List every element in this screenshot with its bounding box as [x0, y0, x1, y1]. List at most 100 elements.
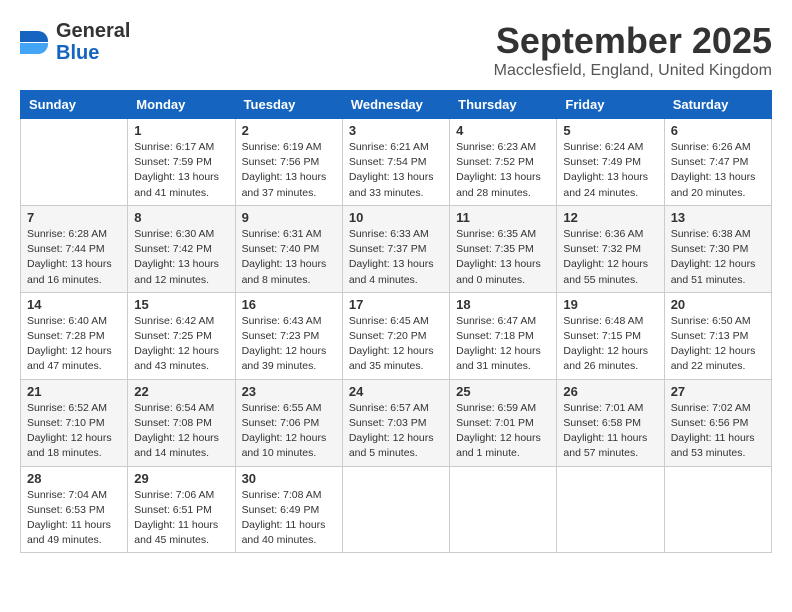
calendar-cell: 27 Sunrise: 7:02 AM Sunset: 6:56 PM Dayli…	[664, 379, 771, 466]
day-number: 16	[242, 297, 336, 312]
calendar-week-row: 14 Sunrise: 6:40 AM Sunset: 7:28 PM Dayli…	[21, 292, 772, 379]
calendar-header-row: SundayMondayTuesdayWednesdayThursdayFrid…	[21, 91, 772, 119]
day-number: 6	[671, 123, 765, 138]
calendar-cell: 22 Sunrise: 6:54 AM Sunset: 7:08 PM Dayli…	[128, 379, 235, 466]
calendar-cell: 21 Sunrise: 6:52 AM Sunset: 7:10 PM Dayli…	[21, 379, 128, 466]
day-info: Sunrise: 7:02 AM Sunset: 6:56 PM Dayligh…	[671, 401, 765, 462]
day-number: 11	[456, 210, 550, 225]
day-info: Sunrise: 6:23 AM Sunset: 7:52 PM Dayligh…	[456, 140, 550, 201]
day-info: Sunrise: 6:59 AM Sunset: 7:01 PM Dayligh…	[456, 401, 550, 462]
location-subtitle: Macclesfield, England, United Kingdom	[494, 62, 772, 80]
weekday-header-sunday: Sunday	[21, 91, 128, 119]
calendar-cell: 24 Sunrise: 6:57 AM Sunset: 7:03 PM Dayli…	[342, 379, 449, 466]
day-number: 23	[242, 384, 336, 399]
calendar-week-row: 28Sunrise: 7:04 AM Sunset: 6:53 PM Dayli…	[21, 466, 772, 553]
day-info: Sunrise: 6:43 AM Sunset: 7:23 PM Dayligh…	[242, 314, 336, 375]
day-number: 10	[349, 210, 443, 225]
day-number: 5	[563, 123, 657, 138]
day-info: Sunrise: 6:26 AM Sunset: 7:47 PM Dayligh…	[671, 140, 765, 201]
calendar-cell	[664, 466, 771, 553]
calendar-cell: 26 Sunrise: 7:01 AM Sunset: 6:58 PM Dayli…	[557, 379, 664, 466]
day-info: Sunrise: 6:38 AM Sunset: 7:30 PM Dayligh…	[671, 227, 765, 288]
day-info: Sunrise: 6:55 AM Sunset: 7:06 PM Dayligh…	[242, 401, 336, 462]
day-number: 12	[563, 210, 657, 225]
calendar-cell: 4 Sunrise: 6:23 AM Sunset: 7:52 PM Daylig…	[450, 119, 557, 206]
calendar-week-row: 7 Sunrise: 6:28 AM Sunset: 7:44 PM Daylig…	[21, 205, 772, 292]
calendar-cell: 10 Sunrise: 6:33 AM Sunset: 7:37 PM Dayli…	[342, 205, 449, 292]
weekday-header-friday: Friday	[557, 91, 664, 119]
day-number: 20	[671, 297, 765, 312]
title-block: September 2025 Macclesfield, England, Un…	[494, 20, 772, 80]
calendar-cell: 28Sunrise: 7:04 AM Sunset: 6:53 PM Dayli…	[21, 466, 128, 553]
calendar-cell: 1Sunrise: 6:17 AM Sunset: 7:59 PM Daylig…	[128, 119, 235, 206]
day-number: 24	[349, 384, 443, 399]
day-number: 22	[134, 384, 228, 399]
day-info: Sunrise: 7:06 AM Sunset: 6:51 PM Dayligh…	[134, 488, 228, 549]
day-number: 8	[134, 210, 228, 225]
logo: General Blue	[20, 20, 130, 64]
weekday-header-monday: Monday	[128, 91, 235, 119]
calendar-cell: 6 Sunrise: 6:26 AM Sunset: 7:47 PM Daylig…	[664, 119, 771, 206]
day-number: 30	[242, 471, 336, 486]
day-info: Sunrise: 6:52 AM Sunset: 7:10 PM Dayligh…	[27, 401, 121, 462]
day-info: Sunrise: 6:40 AM Sunset: 7:28 PM Dayligh…	[27, 314, 121, 375]
calendar-cell: 30 Sunrise: 7:08 AM Sunset: 6:49 PM Dayli…	[235, 466, 342, 553]
calendar-cell: 5 Sunrise: 6:24 AM Sunset: 7:49 PM Daylig…	[557, 119, 664, 206]
day-number: 2	[242, 123, 336, 138]
calendar-cell: 13 Sunrise: 6:38 AM Sunset: 7:30 PM Dayli…	[664, 205, 771, 292]
day-number: 7	[27, 210, 121, 225]
calendar-cell: 3 Sunrise: 6:21 AM Sunset: 7:54 PM Daylig…	[342, 119, 449, 206]
day-info: Sunrise: 6:30 AM Sunset: 7:42 PM Dayligh…	[134, 227, 228, 288]
day-info: Sunrise: 6:24 AM Sunset: 7:49 PM Dayligh…	[563, 140, 657, 201]
day-info: Sunrise: 6:28 AM Sunset: 7:44 PM Dayligh…	[27, 227, 121, 288]
day-info: Sunrise: 7:01 AM Sunset: 6:58 PM Dayligh…	[563, 401, 657, 462]
day-info: Sunrise: 6:57 AM Sunset: 7:03 PM Dayligh…	[349, 401, 443, 462]
calendar-cell: 11 Sunrise: 6:35 AM Sunset: 7:35 PM Dayli…	[450, 205, 557, 292]
day-info: Sunrise: 6:31 AM Sunset: 7:40 PM Dayligh…	[242, 227, 336, 288]
day-info: Sunrise: 6:35 AM Sunset: 7:35 PM Dayligh…	[456, 227, 550, 288]
day-info: Sunrise: 6:54 AM Sunset: 7:08 PM Dayligh…	[134, 401, 228, 462]
day-number: 21	[27, 384, 121, 399]
calendar-cell: 25 Sunrise: 6:59 AM Sunset: 7:01 PM Dayli…	[450, 379, 557, 466]
day-info: Sunrise: 6:33 AM Sunset: 7:37 PM Dayligh…	[349, 227, 443, 288]
calendar-table: SundayMondayTuesdayWednesdayThursdayFrid…	[20, 90, 772, 553]
day-number: 13	[671, 210, 765, 225]
day-info: Sunrise: 6:36 AM Sunset: 7:32 PM Dayligh…	[563, 227, 657, 288]
day-number: 1	[134, 123, 228, 138]
day-number: 26	[563, 384, 657, 399]
calendar-cell: 2 Sunrise: 6:19 AM Sunset: 7:56 PM Daylig…	[235, 119, 342, 206]
calendar-cell: 23 Sunrise: 6:55 AM Sunset: 7:06 PM Dayli…	[235, 379, 342, 466]
weekday-header-saturday: Saturday	[664, 91, 771, 119]
calendar-cell	[450, 466, 557, 553]
calendar-cell: 14 Sunrise: 6:40 AM Sunset: 7:28 PM Dayli…	[21, 292, 128, 379]
day-info: Sunrise: 6:45 AM Sunset: 7:20 PM Dayligh…	[349, 314, 443, 375]
day-number: 19	[563, 297, 657, 312]
calendar-cell	[21, 119, 128, 206]
day-number: 27	[671, 384, 765, 399]
day-number: 3	[349, 123, 443, 138]
calendar-week-row: 1Sunrise: 6:17 AM Sunset: 7:59 PM Daylig…	[21, 119, 772, 206]
calendar-cell: 7 Sunrise: 6:28 AM Sunset: 7:44 PM Daylig…	[21, 205, 128, 292]
day-number: 25	[456, 384, 550, 399]
calendar-cell: 8 Sunrise: 6:30 AM Sunset: 7:42 PM Daylig…	[128, 205, 235, 292]
day-number: 17	[349, 297, 443, 312]
calendar-cell: 17 Sunrise: 6:45 AM Sunset: 7:20 PM Dayli…	[342, 292, 449, 379]
day-number: 15	[134, 297, 228, 312]
day-number: 9	[242, 210, 336, 225]
weekday-header-tuesday: Tuesday	[235, 91, 342, 119]
day-info: Sunrise: 6:21 AM Sunset: 7:54 PM Dayligh…	[349, 140, 443, 201]
logo-text-general: General	[56, 20, 130, 42]
day-number: 29	[134, 471, 228, 486]
day-info: Sunrise: 6:48 AM Sunset: 7:15 PM Dayligh…	[563, 314, 657, 375]
day-info: Sunrise: 6:47 AM Sunset: 7:18 PM Dayligh…	[456, 314, 550, 375]
day-number: 4	[456, 123, 550, 138]
day-info: Sunrise: 7:08 AM Sunset: 6:49 PM Dayligh…	[242, 488, 336, 549]
calendar-cell: 18 Sunrise: 6:47 AM Sunset: 7:18 PM Dayli…	[450, 292, 557, 379]
day-number: 14	[27, 297, 121, 312]
calendar-cell: 29 Sunrise: 7:06 AM Sunset: 6:51 PM Dayli…	[128, 466, 235, 553]
calendar-cell: 19 Sunrise: 6:48 AM Sunset: 7:15 PM Dayli…	[557, 292, 664, 379]
day-info: Sunrise: 6:19 AM Sunset: 7:56 PM Dayligh…	[242, 140, 336, 201]
calendar-cell	[557, 466, 664, 553]
day-number: 18	[456, 297, 550, 312]
page-header: General Blue September 2025 Macclesfield…	[20, 20, 772, 80]
